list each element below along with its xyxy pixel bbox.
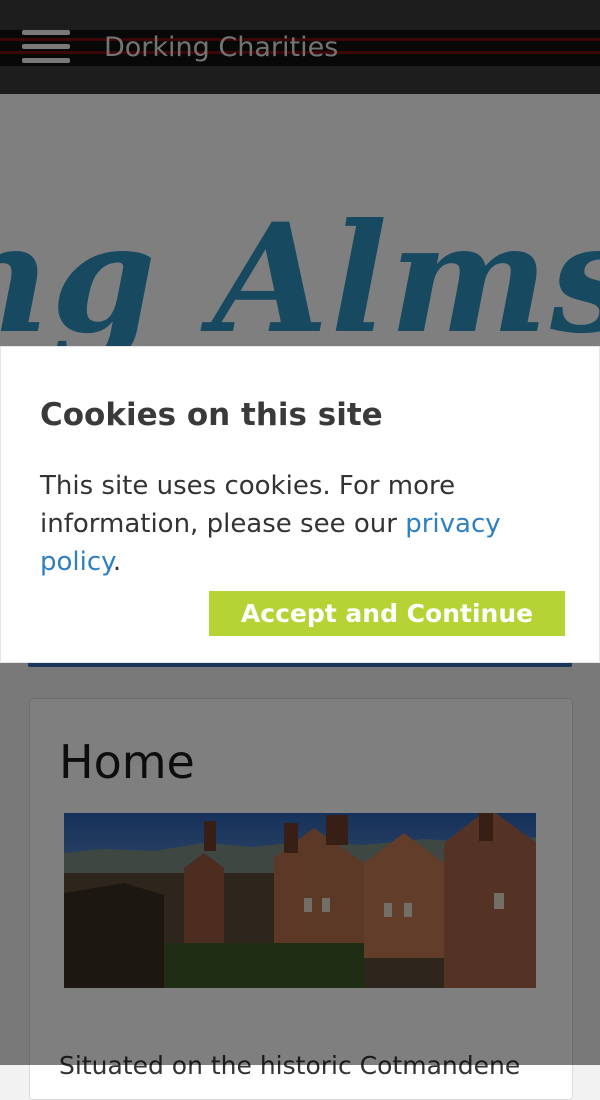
cookie-title: Cookies on this site [40, 397, 383, 433]
cookie-text: This site uses cookies. For more informa… [40, 471, 456, 539]
cookie-period: . [112, 547, 122, 577]
accept-cookies-button[interactable]: Accept and Continue [209, 591, 565, 636]
cookie-message: This site uses cookies. For more informa… [40, 467, 580, 581]
cookie-notice: Cookies on this site This site uses cook… [0, 346, 600, 663]
